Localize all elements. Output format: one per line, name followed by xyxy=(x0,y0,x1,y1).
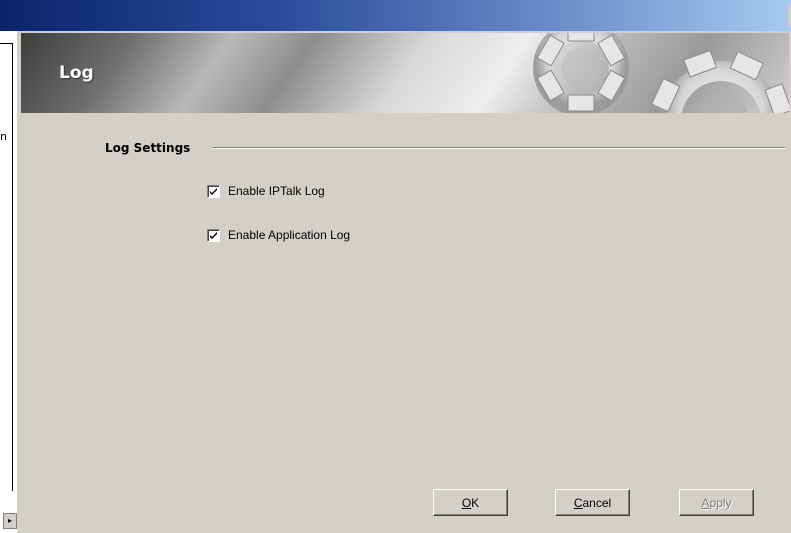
enable-iptalk-log-checkbox[interactable] xyxy=(207,184,220,198)
page-title: Log xyxy=(59,63,94,83)
divider xyxy=(12,43,13,491)
enable-application-log-label[interactable]: Enable Application Log xyxy=(228,228,350,242)
cancel-button[interactable]: Cancel xyxy=(555,489,630,516)
apply-button[interactable]: Apply xyxy=(679,489,754,516)
enable-iptalk-log-label[interactable]: Enable IPTalk Log xyxy=(228,184,325,198)
ok-button[interactable]: OK xyxy=(433,489,508,516)
ok-label: K xyxy=(471,495,480,510)
ok-mnemonic: O xyxy=(461,495,472,510)
checkmark-icon xyxy=(210,231,217,239)
group-divider xyxy=(212,147,785,149)
window-titlebar[interactable] xyxy=(0,0,791,31)
log-dialog: Log Log Settings Enable IPTalk Log Enabl… xyxy=(17,31,791,533)
divider xyxy=(0,43,12,44)
gears-icon xyxy=(533,33,789,113)
scroll-arrow-button[interactable]: ▸ xyxy=(3,513,17,529)
enable-application-log-checkbox[interactable] xyxy=(207,228,220,242)
header-banner: Log xyxy=(21,33,789,113)
checkmark-icon xyxy=(210,187,217,195)
cancel-mnemonic: C xyxy=(573,495,583,510)
enable-iptalk-log-option[interactable]: Enable IPTalk Log xyxy=(207,184,325,198)
group-title: Log Settings xyxy=(105,141,191,155)
cancel-label: ancel xyxy=(582,495,612,510)
apply-label: pply xyxy=(709,495,732,510)
text-fragment: n xyxy=(0,130,7,143)
enable-application-log-option[interactable]: Enable Application Log xyxy=(207,228,350,242)
background-window-fragment: n ▸ xyxy=(0,31,17,533)
apply-mnemonic: A xyxy=(701,495,710,510)
